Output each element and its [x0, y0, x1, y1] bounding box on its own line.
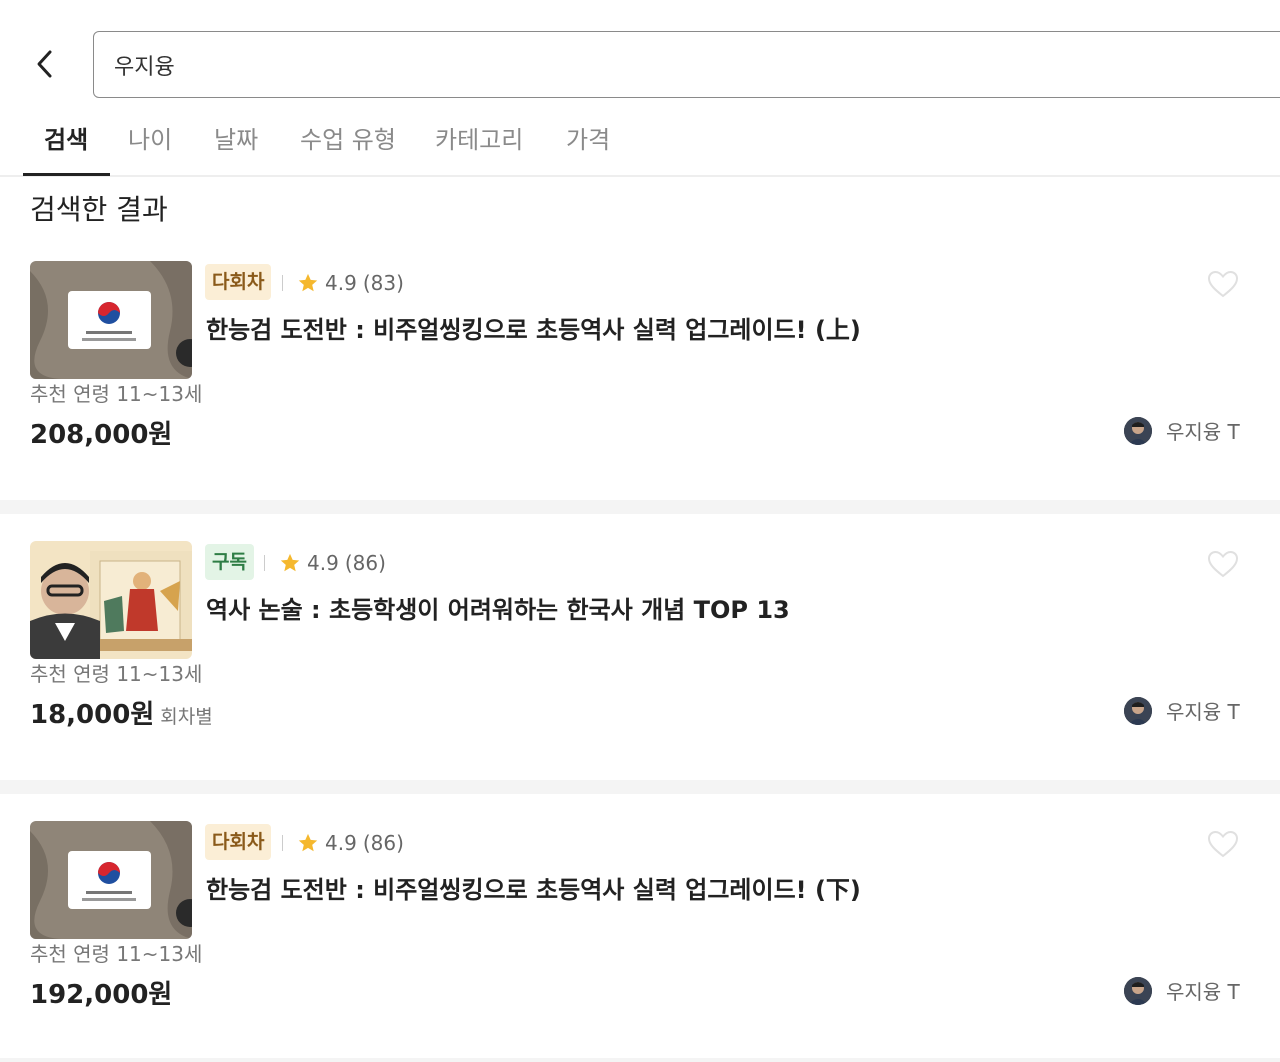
- class-card[interactable]: 구독 4.9 (86) 역사 논술 : 초등학생이 어려워하는 한국사 개념 T…: [0, 514, 1280, 780]
- class-card[interactable]: 다회차 4.9 (83) 한능검 도전반 : 비주얼씽킹으로 초등역사 실력 업…: [0, 234, 1280, 500]
- search-input[interactable]: [114, 46, 1214, 84]
- divider: [282, 835, 283, 851]
- recommended-age: 추천 연령 11~13세: [30, 662, 203, 686]
- class-thumbnail: [30, 821, 192, 939]
- teacher-name: 우지융 T: [1166, 980, 1240, 1004]
- class-title[interactable]: 한능검 도전반 : 비주얼씽킹으로 초등역사 실력 업그레이드! (上): [206, 310, 861, 345]
- back-button[interactable]: [28, 44, 62, 84]
- active-tab-indicator: [23, 173, 110, 176]
- recommended-age: 추천 연령 11~13세: [30, 942, 203, 966]
- avatar: [1124, 976, 1152, 1005]
- tab-price[interactable]: 가격: [566, 120, 610, 175]
- star-icon: [298, 833, 318, 852]
- teacher-profile[interactable]: 우지융 T: [1124, 696, 1240, 725]
- recommended-age: 추천 연령 11~13세: [30, 382, 203, 406]
- price-value: 192,000원: [30, 980, 173, 1010]
- teacher-name: 우지융 T: [1166, 700, 1240, 724]
- price-value: 18,000원: [30, 700, 155, 730]
- heart-icon[interactable]: [1206, 549, 1240, 579]
- class-type-badge: 다회차: [205, 264, 272, 300]
- review-count: (86): [362, 831, 404, 855]
- divider: [264, 555, 265, 571]
- heart-icon[interactable]: [1206, 829, 1240, 859]
- price: 208,000원: [30, 414, 178, 451]
- price-note: 회차별: [160, 706, 213, 728]
- avatar: [1124, 696, 1152, 725]
- search-box[interactable]: [93, 31, 1280, 98]
- tab-class-type[interactable]: 수업 유형: [300, 120, 396, 175]
- rating: 4.9 (86): [282, 831, 404, 855]
- class-title[interactable]: 한능검 도전반 : 비주얼씽킹으로 초등역사 실력 업그레이드! (下): [206, 870, 861, 905]
- rating-value: 4.9: [325, 271, 357, 295]
- class-thumbnail: [30, 541, 192, 659]
- price-value: 208,000원: [30, 420, 173, 450]
- heart-icon[interactable]: [1206, 269, 1240, 299]
- tab-date[interactable]: 날짜: [214, 120, 258, 175]
- section-divider: [0, 780, 1280, 794]
- results-heading: 검색한 결과: [30, 193, 168, 226]
- class-title[interactable]: 역사 논술 : 초등학생이 어려워하는 한국사 개념 TOP 13: [206, 590, 790, 625]
- filter-tabs: 검색 나이 날짜 수업 유형 카테고리 가격: [0, 110, 1280, 177]
- star-icon: [298, 273, 318, 292]
- class-type-badge: 다회차: [205, 824, 272, 860]
- tab-search[interactable]: 검색: [44, 120, 88, 175]
- review-count: (86): [344, 551, 386, 575]
- divider: [282, 275, 283, 291]
- class-thumbnail: [30, 261, 192, 379]
- star-icon: [280, 553, 300, 572]
- teacher-profile[interactable]: 우지융 T: [1124, 976, 1240, 1005]
- price: 192,000원: [30, 974, 178, 1011]
- header: [0, 0, 1280, 110]
- review-count: (83): [362, 271, 404, 295]
- class-type-badge: 구독: [205, 544, 254, 580]
- tab-age[interactable]: 나이: [128, 120, 172, 175]
- tab-category[interactable]: 카테고리: [435, 120, 523, 175]
- section-divider: [0, 1058, 1280, 1062]
- chevron-left-icon: [37, 50, 52, 78]
- rating: 4.9 (86): [264, 551, 386, 575]
- teacher-profile[interactable]: 우지융 T: [1124, 416, 1240, 445]
- section-divider: [0, 500, 1280, 514]
- class-card[interactable]: 다회차 4.9 (86) 한능검 도전반 : 비주얼씽킹으로 초등역사 실력 업…: [0, 794, 1280, 1060]
- rating-value: 4.9: [325, 831, 357, 855]
- avatar: [1124, 416, 1152, 445]
- rating-value: 4.9: [307, 551, 339, 575]
- price: 18,000원 회차별: [30, 694, 213, 731]
- teacher-name: 우지융 T: [1166, 420, 1240, 444]
- rating: 4.9 (83): [282, 271, 404, 295]
